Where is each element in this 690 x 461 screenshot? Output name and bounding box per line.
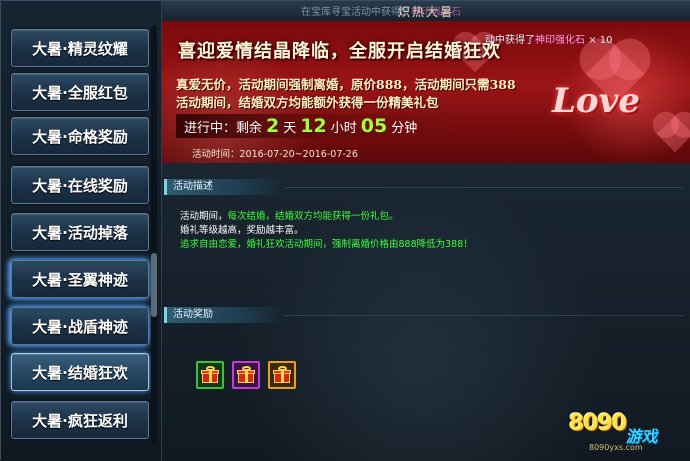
section-divider (284, 187, 684, 188)
countdown-days-unit: 天 (283, 120, 297, 136)
notice-text: 动中获得了 (485, 35, 535, 46)
description-text: 活动期间， (180, 211, 228, 222)
tab-label: 大暑·精灵纹耀 (32, 39, 128, 58)
countdown-hours-unit: 小时 (330, 120, 357, 136)
countdown-days: 2 (266, 115, 280, 137)
banner-line-1: 真爱无价，活动期间强制离婚，原价888，活动期间只需388 (176, 77, 516, 92)
description-text: 婚礼等级越高，奖励越丰富。 (180, 225, 304, 236)
tab-battle-shield[interactable]: 大暑·战盾神迹 (11, 307, 149, 345)
sidebar-scrollbar[interactable] (151, 25, 157, 445)
notice-item: 神印强化石 (535, 35, 585, 46)
activity-window: 炽热大暑 在宝库寻宝活动中获得了神印强化石 大暑·精灵纹耀 大暑·全服红包 大暑… (0, 0, 690, 461)
marquee-text: 在宝库寻宝活动中获得了 (301, 7, 411, 18)
gift-box-icon (237, 366, 255, 383)
scroll-notice: 动中获得了神印强化石 × 10 (485, 31, 612, 46)
gift-box-icon (273, 366, 291, 383)
tab-crazy-rebate[interactable]: 大暑·疯狂返利 (11, 401, 149, 439)
section-divider (284, 315, 684, 316)
tab-label: 大暑·结婚狂欢 (32, 363, 128, 382)
tab-label: 大暑·活动掉落 (32, 223, 128, 242)
description-highlight: 每次结婚，结婚双方均能获得一份礼包。 (227, 211, 399, 222)
section-title-description: 活动描述 (164, 179, 284, 195)
tab-online-reward[interactable]: 大暑·在线奖励 (11, 166, 149, 204)
reward-slot-green[interactable] (196, 361, 224, 389)
countdown-bar: 进行中：剩余 2 天 12 小时 05 分钟 (176, 114, 466, 138)
countdown-minutes: 05 (360, 115, 388, 137)
logo-url: 8090yxs.com (589, 443, 643, 452)
scroll-thumb[interactable] (151, 253, 157, 317)
tab-label: 大暑·圣翼神迹 (32, 270, 128, 289)
section-title-rewards: 活动奖励 (164, 307, 284, 323)
tab-label: 大暑·战盾神迹 (32, 317, 128, 336)
tab-label: 大暑·疯狂返利 (32, 411, 128, 430)
marquee-broadcast: 在宝库寻宝活动中获得了神印强化石 (301, 3, 681, 21)
description-line-2: 婚礼等级越高，奖励越丰富。 (180, 222, 304, 236)
activity-time: 活动时间：2016-07-20~2016-07-26 (192, 149, 358, 160)
description-line-1: 活动期间，每次结婚，结婚双方均能获得一份礼包。 (180, 208, 399, 222)
banner-line-2: 活动期间，结婚双方均能额外获得一份精美礼包 (176, 95, 439, 110)
tab-spirit-emblem[interactable]: 大暑·精灵纹耀 (11, 29, 149, 67)
tab-activity-drop[interactable]: 大暑·活动掉落 (11, 213, 149, 251)
reward-slot-purple[interactable] (232, 361, 260, 389)
countdown-hours: 12 (300, 115, 327, 137)
love-decoration: Love (552, 81, 640, 121)
tab-label: 大暑·在线奖励 (32, 176, 128, 195)
countdown-minutes-unit: 分钟 (391, 120, 418, 136)
tab-label: 大暑·全服红包 (32, 83, 128, 102)
tab-wedding-carnival[interactable]: 大暑·结婚狂欢 (11, 353, 149, 391)
site-logo: 8090 游戏 8090yxs.com (569, 411, 689, 457)
countdown-prefix: 进行中：剩余 (184, 120, 263, 136)
tab-server-red-packet[interactable]: 大暑·全服红包 (11, 73, 149, 111)
marquee-item: 神印强化石 (411, 7, 461, 18)
heart-decoration-icon (656, 115, 690, 153)
tab-holy-wing[interactable]: 大暑·圣翼神迹 (11, 260, 149, 298)
banner-headline: 喜迎爱情结晶降临，全服开启结婚狂欢 (178, 41, 501, 62)
notice-count: × 10 (588, 35, 613, 46)
logo-number: 8090 (569, 411, 627, 436)
gift-box-icon (201, 366, 219, 383)
tab-destiny-reward[interactable]: 大暑·命格奖励 (11, 117, 149, 155)
description-line-3: 追求自由恋爱，婚礼狂欢活动期间，强制离婚价格由888降低为388！ (180, 236, 473, 250)
reward-slot-orange[interactable] (268, 361, 296, 389)
description-highlight: 追求自由恋爱，婚礼狂欢活动期间，强制离婚价格由888降低为388！ (180, 239, 473, 250)
tab-label: 大暑·命格奖励 (32, 127, 128, 146)
sidebar: 大暑·精灵纹耀 大暑·全服红包 大暑·命格奖励 大暑·在线奖励 大暑·活动掉落 … (1, 1, 162, 461)
